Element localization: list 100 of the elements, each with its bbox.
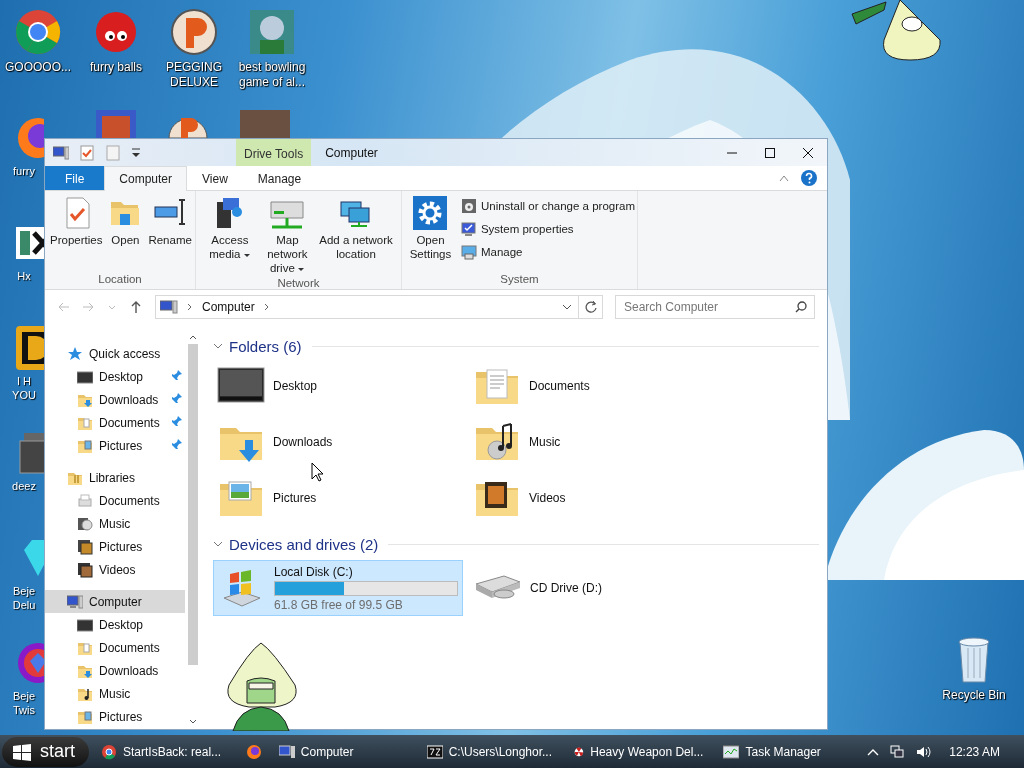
pictures-folder-icon: [77, 437, 93, 454]
chevron-right-icon: [186, 303, 194, 311]
chrome-browser-icon: [101, 743, 117, 760]
drive-free-space: 61.8 GB free of 99.5 GB: [274, 597, 404, 612]
caret-up-icon: [779, 174, 789, 182]
desktop-icon-label: Recycle Bin: [942, 688, 1006, 703]
ribbon-group-label: Network: [276, 277, 321, 291]
ribbon-button[interactable]: Uninstall or change a program: [460, 196, 635, 215]
navigation-item[interactable]: Videos: [45, 558, 185, 581]
search-icon: [795, 301, 807, 313]
scrollbar-thumb[interactable]: [188, 344, 198, 665]
folder-item[interactable]: Music: [469, 414, 725, 470]
breadcrumb-item[interactable]: Computer: [202, 300, 255, 314]
navigation-item[interactable]: Pictures: [45, 535, 185, 558]
context-tab-label: Drive Tools: [236, 139, 312, 166]
computer-icon: [278, 743, 295, 760]
desktop-icon-label: Hx: [16, 269, 32, 283]
navigation-item[interactable]: Pictures: [45, 705, 185, 728]
ribbon-tab[interactable]: View: [187, 166, 243, 190]
refresh-button[interactable]: [579, 295, 603, 319]
computer-manage-icon: [460, 243, 477, 260]
portrait-placeholder: [240, 110, 290, 138]
navigation-item[interactable]: Quick access: [45, 342, 185, 365]
taskbar-button[interactable]: C:\Users\Longhor...: [418, 736, 563, 767]
taskbar-button[interactable]: Heavy Weapon Del...: [566, 736, 712, 767]
file-menu-tab[interactable]: File: [45, 166, 105, 190]
close-icon: [802, 146, 814, 159]
folder-item[interactable]: Desktop: [213, 358, 469, 414]
bowling-game-icon[interactable]: [248, 8, 296, 56]
navigation-item[interactable]: Downloads: [45, 659, 185, 682]
checklist-document-icon[interactable]: [79, 144, 95, 161]
desktop-icon-label: best bowling game of al...: [237, 60, 307, 90]
ribbon-button[interactable]: Add a network location: [313, 194, 399, 263]
navigation-item[interactable]: Music: [45, 512, 185, 535]
desktop-icon-label: PEGGING DELUXE: [165, 60, 223, 90]
navigation-item[interactable]: Libraries: [45, 466, 185, 489]
desktop-icon-label: deez: [11, 479, 37, 493]
ribbon-button[interactable]: Map network drive: [261, 194, 313, 277]
letter-d-app-icon[interactable]: [14, 324, 44, 372]
help-icon: [801, 170, 817, 186]
navigation-item[interactable]: Downloads: [45, 388, 185, 411]
desktop-icon-label: I H YOU: [11, 374, 37, 402]
printer-icon: [77, 492, 93, 509]
ribbon-button[interactable]: Manage: [460, 242, 635, 261]
folder-item[interactable]: Downloads: [213, 414, 469, 470]
refresh-icon: [583, 300, 598, 314]
film-stack-icon: [77, 561, 93, 578]
navigation-item[interactable]: Desktop: [45, 613, 185, 636]
desktop-icon-label: Beje Delu: [11, 584, 37, 612]
folder-item[interactable]: Documents: [469, 358, 725, 414]
computer-icon[interactable]: [53, 144, 69, 161]
ribbon-button[interactable]: Open Settings: [404, 194, 457, 263]
drive-item[interactable]: Local Disk (C:) 61.8 GB free of 99.5 GB: [213, 560, 463, 616]
start-button[interactable]: start: [2, 736, 89, 767]
desktop-icon-label: furry balls: [90, 60, 142, 75]
navigation-item[interactable]: Documents: [45, 636, 185, 659]
navigation-item[interactable]: Pictures: [45, 434, 185, 457]
game-card-icon: [96, 110, 136, 138]
ribbon-group-label: Location: [97, 273, 143, 287]
ribbon-tab[interactable]: Manage: [242, 166, 317, 190]
ribbon-button[interactable]: System properties: [460, 219, 635, 238]
maximize-icon: [764, 146, 776, 159]
search-field[interactable]: Search Computer: [615, 295, 815, 319]
pictures-folder-icon: [77, 708, 93, 725]
ribbon-button[interactable]: Access media: [198, 194, 262, 263]
disc-box-icon: [460, 197, 477, 214]
ribbon-button[interactable]: Open: [105, 194, 146, 249]
ribbon-button[interactable]: Properties: [47, 194, 106, 249]
navigation-item[interactable]: Computer: [45, 590, 185, 613]
chevron-right-icon: [262, 303, 271, 311]
taskbar-button[interactable]: Task Manager: [715, 736, 860, 767]
chrome-browser-icon[interactable]: [14, 8, 62, 56]
window-title: Computer: [325, 145, 378, 160]
task-manager-icon: [723, 743, 740, 760]
computer-icon: [67, 593, 83, 610]
archive-7z-icon: [426, 743, 443, 760]
letter-p-badge-icon[interactable]: [170, 8, 218, 56]
navigation-item[interactable]: Desktop: [45, 365, 185, 388]
drive-name: CD Drive (D:): [530, 581, 603, 595]
folder-item[interactable]: Pictures: [213, 470, 469, 526]
navigation-item[interactable]: Documents: [45, 411, 185, 434]
gear-icon: [413, 196, 448, 230]
windows-logo-icon: [12, 742, 32, 761]
clock[interactable]: 12:23 AM: [949, 744, 1000, 759]
address-bar[interactable]: Computer: [155, 295, 579, 319]
drive-item[interactable]: CD Drive (D:): [469, 560, 719, 616]
caret-down-icon: [189, 719, 197, 725]
ribbon-tab[interactable]: Computer: [104, 166, 188, 191]
network-icon[interactable]: [889, 743, 906, 760]
navigation-item[interactable]: Music: [45, 682, 185, 705]
section-header[interactable]: Devices and drives (2): [229, 535, 379, 553]
star-icon: [67, 345, 83, 362]
folder-item[interactable]: Videos: [469, 470, 725, 526]
disc-speaker-icon: [77, 515, 93, 532]
section-header[interactable]: Folders (6): [229, 337, 302, 355]
ribbon-button[interactable]: Rename: [145, 194, 195, 249]
taskbar-button[interactable]: Computer: [270, 736, 415, 767]
taskbar-button[interactable]: StartIsBack: real...: [93, 736, 237, 767]
navigation-item[interactable]: Documents: [45, 489, 185, 512]
caret-up-icon: [189, 334, 197, 340]
